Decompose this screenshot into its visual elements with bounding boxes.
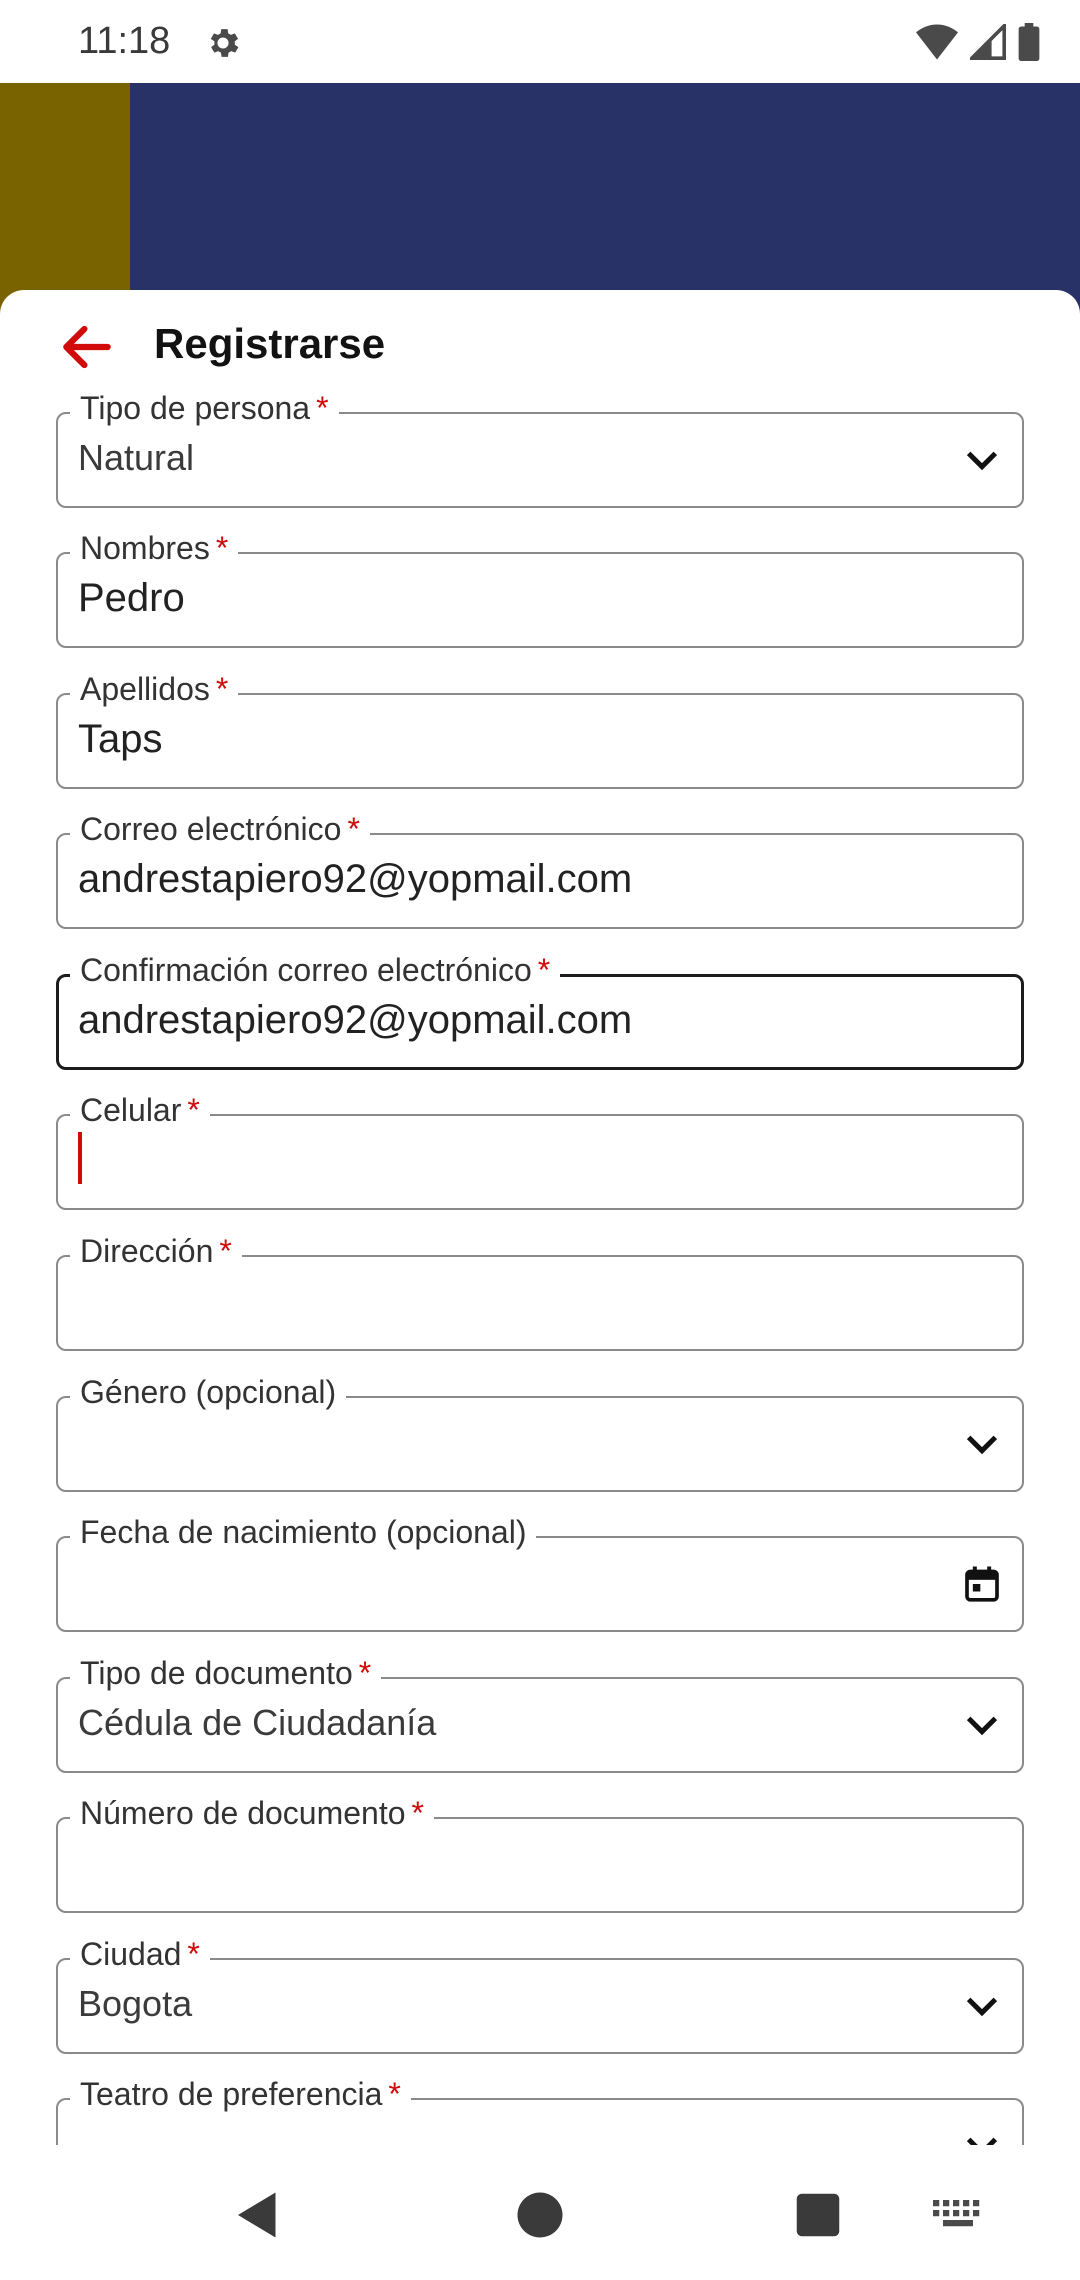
genero-select[interactable]: Género (opcional) (56, 1372, 1024, 1492)
field-label: Teatro de preferencia * (70, 2074, 411, 2114)
chevron-down-icon (966, 1997, 998, 2017)
nombres-input[interactable]: Nombres * Pedro (56, 528, 1024, 648)
status-bar: 11:18 (0, 0, 1080, 83)
battery-icon (1018, 23, 1040, 61)
register-form: Tipo de persona * Natural Nombres * Pedro … (0, 290, 1080, 2145)
field-label: Nombres * (70, 528, 239, 568)
chevron-down-icon (966, 1716, 998, 1736)
chevron-down-icon (966, 451, 998, 471)
field-value: Bogota (78, 1983, 193, 2024)
tipo-documento-select[interactable]: Tipo de documento * Cédula de Ciudadanía (56, 1653, 1024, 1773)
calendar-icon[interactable] (962, 1564, 1002, 1604)
tipo-persona-select[interactable]: Tipo de persona * Natural (56, 388, 1024, 508)
email-input[interactable]: Correo electrónico * andrestapiero92@yopm… (56, 809, 1024, 929)
teatro-select[interactable]: Teatro de preferencia * (56, 2074, 1024, 2145)
wifi-icon (916, 24, 958, 60)
apellidos-input[interactable]: Apellidos * Taps (56, 669, 1024, 789)
text-cursor (78, 1132, 82, 1184)
field-label: Fecha de nacimiento (opcional) (70, 1512, 537, 1552)
field-label: Género (opcional) (70, 1372, 347, 1412)
keyboard-icon[interactable] (928, 2185, 988, 2245)
field-value: Natural (78, 437, 195, 478)
back-triangle-icon[interactable] (228, 2185, 288, 2245)
field-label: Dirección * (70, 1231, 242, 1271)
field-value: Taps (78, 717, 163, 761)
system-nav-bar (0, 2145, 1080, 2280)
field-value: andrestapiero92@yopmail.com (78, 998, 633, 1042)
field-label: Tipo de documento * (70, 1653, 382, 1693)
signal-icon (970, 24, 1006, 60)
register-sheet: Registrarse Tipo de persona * Natural Nom… (0, 290, 1080, 2145)
field-label: Celular * (70, 1090, 210, 1130)
field-label: Apellidos * (70, 669, 239, 709)
direccion-input[interactable]: Dirección * (56, 1231, 1024, 1351)
celular-input[interactable]: Celular * (56, 1090, 1024, 1210)
status-time: 11:18 (78, 20, 171, 62)
brand-panel-left (0, 83, 130, 323)
ciudad-select[interactable]: Ciudad * Bogota (56, 1934, 1024, 2054)
field-label: Número de documento * (70, 1793, 434, 1833)
field-label: Confirmación correo electrónico * (70, 950, 561, 990)
field-label: Ciudad * (70, 1934, 210, 1974)
numero-documento-input[interactable]: Número de documento * (56, 1793, 1024, 1913)
field-value: Pedro (78, 576, 185, 620)
email-confirm-input[interactable]: Confirmación correo electrónico * andrest… (56, 950, 1024, 1070)
fecha-nacimiento-input[interactable]: Fecha de nacimiento (opcional) (56, 1512, 1024, 1632)
gear-icon (210, 29, 239, 57)
field-label: Tipo de persona * (70, 388, 339, 428)
chevron-down-icon (966, 1435, 998, 1455)
field-value: andrestapiero92@yopmail.com (78, 857, 633, 901)
recents-square-icon[interactable] (788, 2185, 848, 2245)
chevron-down-icon (966, 2137, 998, 2145)
field-value: Cédula de Ciudadanía (78, 1702, 437, 1743)
brand-panel-right (130, 83, 1080, 323)
home-circle-icon[interactable] (510, 2185, 570, 2245)
field-label: Correo electrónico * (70, 809, 370, 849)
